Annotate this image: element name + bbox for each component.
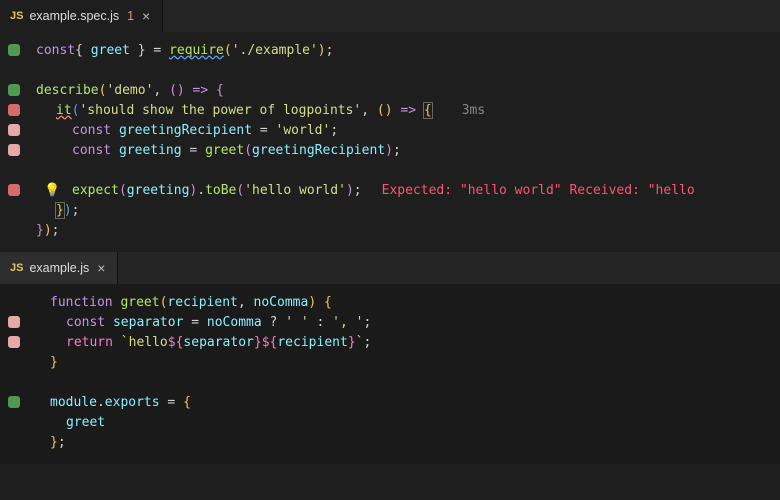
gutter-status-pink <box>8 124 20 136</box>
gutter-status-red <box>8 184 20 196</box>
editor-pane-bottom: JS example.js × function greet(recipient… <box>0 252 780 464</box>
close-icon[interactable]: × <box>95 260 107 276</box>
tab-example-spec[interactable]: JS example.spec.js 1 × <box>0 0 163 32</box>
gutter-status-pink <box>8 316 20 328</box>
gutter-status-red <box>8 104 20 116</box>
code-editor[interactable]: const{ greet } = require('./example'); d… <box>0 32 780 252</box>
editor-pane-top: JS example.spec.js 1 × const{ greet } = … <box>0 0 780 252</box>
gutter-status-pink <box>8 144 20 156</box>
gutter-status-green <box>8 44 20 56</box>
tab-filename: example.js <box>29 261 89 275</box>
js-icon: JS <box>10 10 23 22</box>
js-icon: JS <box>10 262 23 274</box>
tab-bar: JS example.spec.js 1 × <box>0 0 780 32</box>
tab-bar: JS example.js × <box>0 252 780 284</box>
gutter-status-green <box>8 396 20 408</box>
code-editor[interactable]: function greet(recipient, noComma) { con… <box>0 284 780 464</box>
close-icon[interactable]: × <box>140 8 152 24</box>
tab-example-js[interactable]: JS example.js × <box>0 252 118 284</box>
lightbulb-icon[interactable]: 💡 <box>44 183 60 198</box>
inline-timing: 3ms <box>462 103 485 118</box>
gutter-status-pink <box>8 336 20 348</box>
tab-filename: example.spec.js <box>29 9 119 23</box>
tab-error-count: 1 <box>127 9 134 23</box>
gutter-status-green <box>8 84 20 96</box>
inline-error: Expected: "hello world" Received: "hello <box>382 183 695 198</box>
